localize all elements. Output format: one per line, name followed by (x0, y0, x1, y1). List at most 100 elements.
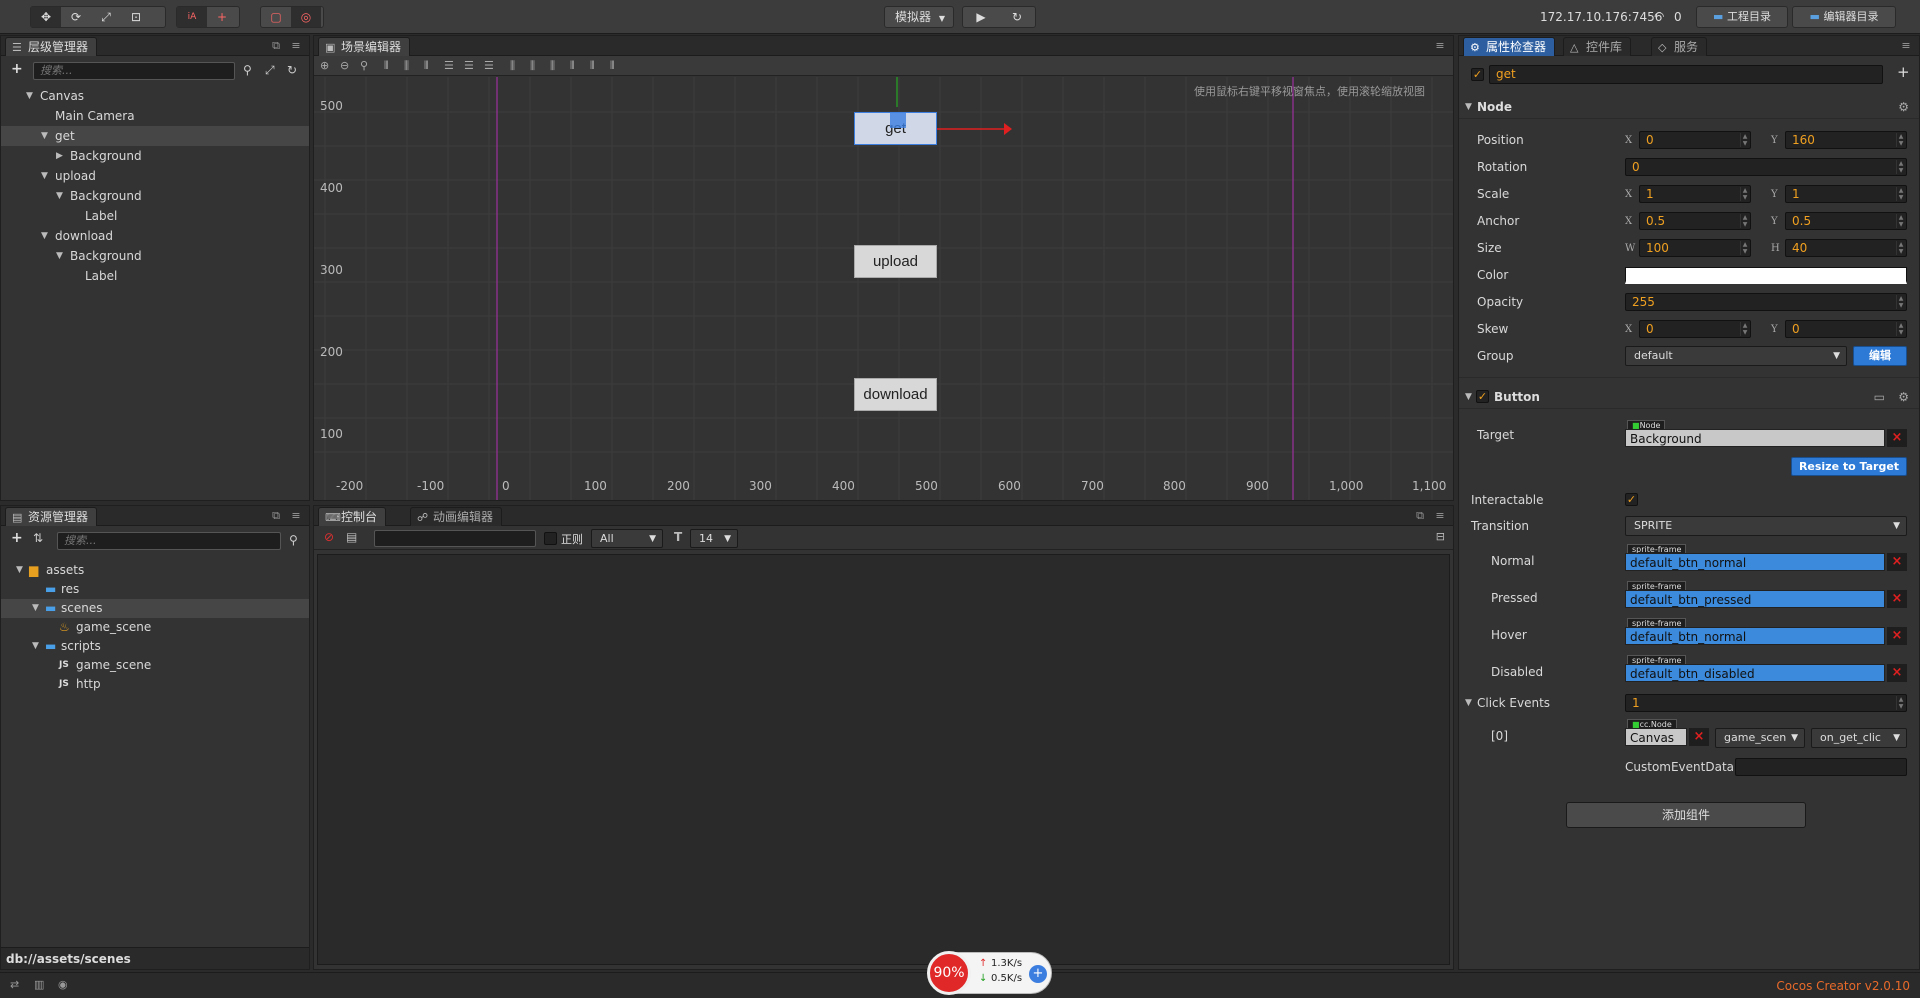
spinner-icon[interactable]: ▲ ▼ (1896, 295, 1905, 309)
tab-hierarchy[interactable]: ☰ 层级管理器 (5, 37, 98, 56)
plus-icon[interactable]: + (1029, 965, 1047, 983)
click-events-count-input[interactable]: 1 ▲ ▼ (1625, 694, 1907, 712)
editor-dir-button[interactable]: ▬ 编辑器目录 (1792, 6, 1896, 28)
skew-y-input[interactable]: 0 ▲ ▼ (1785, 320, 1907, 338)
expand-arrow-icon[interactable]: ▼ (1465, 692, 1472, 714)
scene-viewport[interactable]: 使用鼠标右键平移视窗焦点，使用滚轮缩放视图 500 400 300 200 10… (314, 77, 1453, 500)
spinner-icon[interactable]: ▲ ▼ (1896, 160, 1905, 174)
skew-x-input[interactable]: 0 ▲ ▼ (1639, 320, 1751, 338)
event-target-field[interactable]: ■cc.Node Canvas × (1625, 719, 1709, 749)
hierarchy-search-input[interactable]: 搜索... (33, 62, 235, 80)
position-y-input[interactable]: 160 ▲ ▼ (1785, 131, 1907, 149)
spinner-icon[interactable]: ▲ ▼ (1740, 133, 1749, 147)
event-component-select[interactable]: game_scen ▼ (1715, 728, 1805, 748)
tab-console[interactable]: ⌨ 控制台 (318, 507, 387, 526)
panel-menu-icon[interactable]: ≡ (289, 509, 303, 522)
spinner-icon[interactable]: ▲ ▼ (1740, 322, 1749, 336)
database-icon[interactable]: ▥ (34, 978, 44, 991)
anchor-x-input[interactable]: 0.5 ▲ ▼ (1639, 212, 1751, 230)
search-icon[interactable]: ⚲ (289, 533, 298, 547)
align-hcenter-icon[interactable]: ☰ (464, 56, 474, 76)
expand-arrow-icon[interactable]: ▼ (41, 226, 48, 246)
distribute-top-icon[interactable]: ⫼ (510, 56, 515, 76)
disabled-sprite-field[interactable]: sprite-frame default_btn_disabled × (1625, 655, 1907, 685)
distribute-bottom-icon[interactable]: ⫼ (550, 56, 555, 76)
normal-sprite-field[interactable]: sprite-frame default_btn_normal × (1625, 544, 1907, 574)
spinner-icon[interactable]: ▲ ▼ (1740, 187, 1749, 201)
align-left-icon[interactable]: ☰ (444, 56, 454, 76)
clear-icon[interactable]: × (1887, 429, 1907, 447)
network-icon[interactable]: ⇄ (10, 978, 19, 991)
assets-search-input[interactable]: 搜索... (57, 532, 281, 550)
simulator-dropdown[interactable]: 模拟器 ▼ (884, 6, 954, 28)
node-name-input[interactable]: get (1489, 65, 1883, 84)
tree-node-background[interactable]: ▼ Background (1, 186, 309, 206)
clear-icon[interactable]: × (1887, 553, 1907, 571)
transition-select[interactable]: SPRITE ▼ (1625, 516, 1907, 536)
panel-menu-icon[interactable]: ≡ (1899, 39, 1913, 52)
collapse-icon[interactable]: ⊟ (1436, 530, 1445, 543)
asset-http[interactable]: JS http (1, 675, 309, 694)
spinner-icon[interactable]: ▲ ▼ (1896, 214, 1905, 228)
add-node-button[interactable]: + (11, 61, 23, 77)
add-component-button[interactable]: 添加组件 (1566, 802, 1806, 828)
tree-node-canvas[interactable]: ▼ Canvas (1, 86, 309, 106)
tree-node-get[interactable]: ▼ get (1, 126, 309, 146)
expand-arrow-icon[interactable]: ▼ (56, 246, 63, 266)
expand-arrow-icon[interactable]: ▼ (41, 126, 48, 146)
align-top-icon[interactable]: ⫴ (384, 56, 389, 76)
clear-icon[interactable]: × (1887, 590, 1907, 608)
scale-tool-icon[interactable]: ⤢ (91, 7, 121, 27)
refresh-icon[interactable]: ↻ (287, 63, 297, 77)
perf-widget[interactable]: 90% ↑ ↓ 1.3K/s 0.5K/s + (927, 951, 1052, 995)
project-dir-button[interactable]: ▬ 工程目录 (1696, 6, 1788, 28)
align-vcenter-icon[interactable]: ⫼ (404, 56, 409, 76)
3d-view-icon[interactable]: ◎ (291, 7, 321, 27)
zoom-out-icon[interactable]: ⊖ (340, 56, 349, 76)
eye-icon[interactable]: ◉ (58, 978, 68, 991)
move-handle-icon[interactable] (890, 112, 906, 128)
clear-icon[interactable]: × (1887, 664, 1907, 682)
spinner-icon[interactable]: ▲ ▼ (1896, 241, 1905, 255)
2d-view-icon[interactable]: ▢ (261, 7, 291, 27)
add-asset-button[interactable]: + (11, 530, 23, 546)
node-active-checkbox[interactable]: ✓ (1471, 68, 1484, 81)
size-w-input[interactable]: 100 ▲ ▼ (1639, 239, 1751, 257)
expand-arrow-icon[interactable]: ▼ (32, 599, 39, 618)
asset-scenes[interactable]: ▼ ▬ scenes (1, 599, 309, 618)
asset-game-scene-script[interactable]: JS game_scene (1, 656, 309, 675)
align-bottom-icon[interactable]: ⫴ (424, 56, 429, 76)
expand-arrow-icon[interactable]: ▼ (56, 186, 63, 206)
rotation-input[interactable]: 0 ▲ ▼ (1625, 158, 1907, 176)
tree-node-download[interactable]: ▼ download (1, 226, 309, 246)
spinner-icon[interactable]: ▲ ▼ (1896, 696, 1905, 710)
custom-event-data-input[interactable] (1735, 758, 1907, 776)
interactable-checkbox[interactable]: ✓ (1625, 493, 1638, 506)
position-x-input[interactable]: 0 ▲ ▼ (1639, 131, 1751, 149)
gear-icon[interactable]: ⚙ (1898, 96, 1909, 118)
pressed-sprite-field[interactable]: sprite-frame default_btn_pressed × (1625, 581, 1907, 611)
hover-sprite-field[interactable]: sprite-frame default_btn_normal × (1625, 618, 1907, 648)
book-icon[interactable]: ▭ (1874, 386, 1885, 408)
scale-y-input[interactable]: 1 ▲ ▼ (1785, 185, 1907, 203)
asset-res[interactable]: ▬ res (1, 580, 309, 599)
expand-arrow-icon[interactable]: ▼ (16, 561, 23, 580)
maximize-icon[interactable]: ⧉ (269, 509, 283, 522)
tree-node-main-camera[interactable]: Main Camera (1, 106, 309, 126)
zoom-reset-icon[interactable]: ⚲ (360, 56, 368, 76)
button-enabled-checkbox[interactable]: ✓ (1476, 390, 1489, 403)
sort-icon[interactable]: ⇅ (33, 531, 43, 545)
tab-inspector[interactable]: ⚙ 属性检查器 (1463, 37, 1556, 56)
clear-icon[interactable]: × (1887, 627, 1907, 645)
color-swatch[interactable] (1625, 267, 1907, 284)
target-field[interactable]: ■Node Background × (1625, 420, 1907, 450)
tab-services[interactable]: ◇ 服务 (1651, 37, 1708, 56)
spinner-icon[interactable]: ▲ ▼ (1896, 187, 1905, 201)
expand-icon[interactable]: ⤢ (265, 63, 275, 78)
tab-animation[interactable]: ☍ 动画编辑器 (410, 507, 503, 526)
distribute-hcenter-icon[interactable]: ⫴ (590, 56, 595, 76)
pivot-icon[interactable]: iA (177, 7, 207, 27)
scene-download-button[interactable]: download (854, 378, 937, 411)
tree-node-background[interactable]: ▼ Background (1, 246, 309, 266)
gear-icon[interactable]: ⚙ (1898, 386, 1909, 408)
